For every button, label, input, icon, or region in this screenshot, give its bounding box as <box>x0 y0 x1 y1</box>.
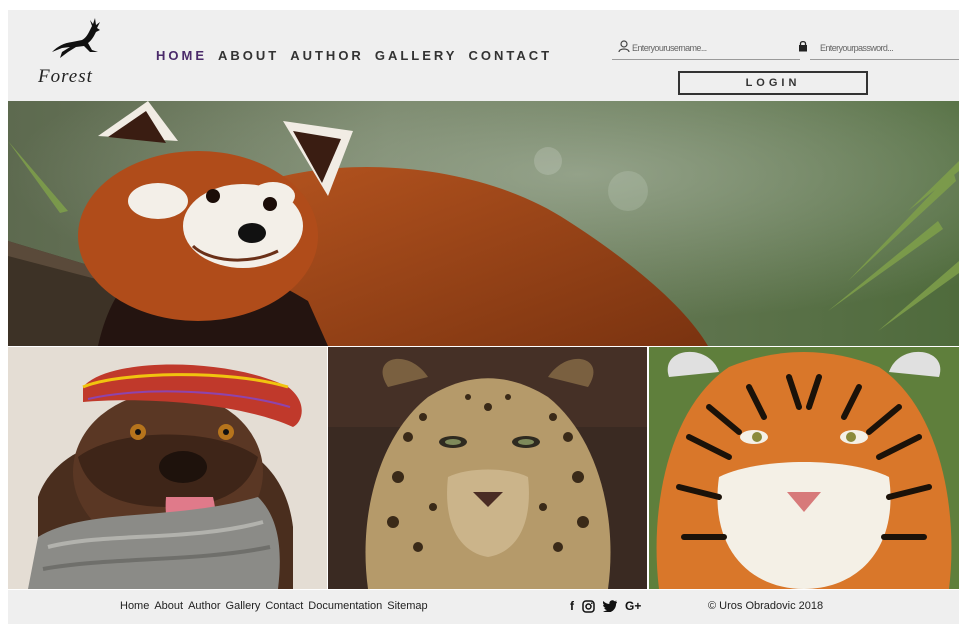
nav-gallery[interactable]: GALLERY <box>375 48 458 63</box>
footer-link-home[interactable]: Home <box>120 600 149 612</box>
page: Forest HOME ABOUT AUTHOR GALLERY CONTACT <box>8 10 959 624</box>
gallery-image-tiger <box>649 347 959 589</box>
logo[interactable]: Forest <box>36 16 116 92</box>
facebook-icon[interactable]: f <box>570 598 574 614</box>
hero-image-red-panda <box>8 101 959 346</box>
logo-text: Forest <box>38 66 93 87</box>
username-field <box>612 38 800 60</box>
username-input[interactable] <box>632 39 792 57</box>
deer-logo-icon <box>52 18 100 58</box>
footer-link-gallery[interactable]: Gallery <box>226 600 261 612</box>
footer: Home About Author Gallery Contact Docume… <box>8 590 959 624</box>
login-button[interactable]: LOGIN <box>678 71 868 95</box>
main-nav: HOME ABOUT AUTHOR GALLERY CONTACT <box>156 48 552 63</box>
nav-about[interactable]: ABOUT <box>218 48 279 63</box>
password-field <box>799 38 959 60</box>
footer-link-about[interactable]: About <box>154 600 183 612</box>
footer-link-sitemap[interactable]: Sitemap <box>387 600 427 612</box>
user-icon <box>618 40 630 53</box>
twitter-icon[interactable] <box>603 600 617 612</box>
lock-icon <box>799 40 807 52</box>
nav-contact[interactable]: CONTACT <box>468 48 552 63</box>
instagram-icon[interactable] <box>582 599 595 613</box>
copyright-text: © Uros Obradovic 2018 <box>708 600 824 612</box>
social-links: f G+ <box>570 598 641 614</box>
gallery-image-leopard <box>328 347 647 589</box>
gallery-image-dog <box>8 347 327 589</box>
login-form: LOGIN <box>612 38 959 98</box>
footer-link-documentation[interactable]: Documentation <box>308 600 382 612</box>
header: Forest HOME ABOUT AUTHOR GALLERY CONTACT <box>8 10 959 101</box>
footer-link-contact[interactable]: Contact <box>265 600 303 612</box>
nav-home[interactable]: HOME <box>156 48 207 63</box>
google-plus-icon[interactable]: G+ <box>625 598 641 614</box>
nav-author[interactable]: AUTHOR <box>290 48 364 63</box>
footer-link-author[interactable]: Author <box>188 600 220 612</box>
password-input[interactable] <box>820 39 955 57</box>
footer-nav: Home About Author Gallery Contact Docume… <box>120 600 428 612</box>
